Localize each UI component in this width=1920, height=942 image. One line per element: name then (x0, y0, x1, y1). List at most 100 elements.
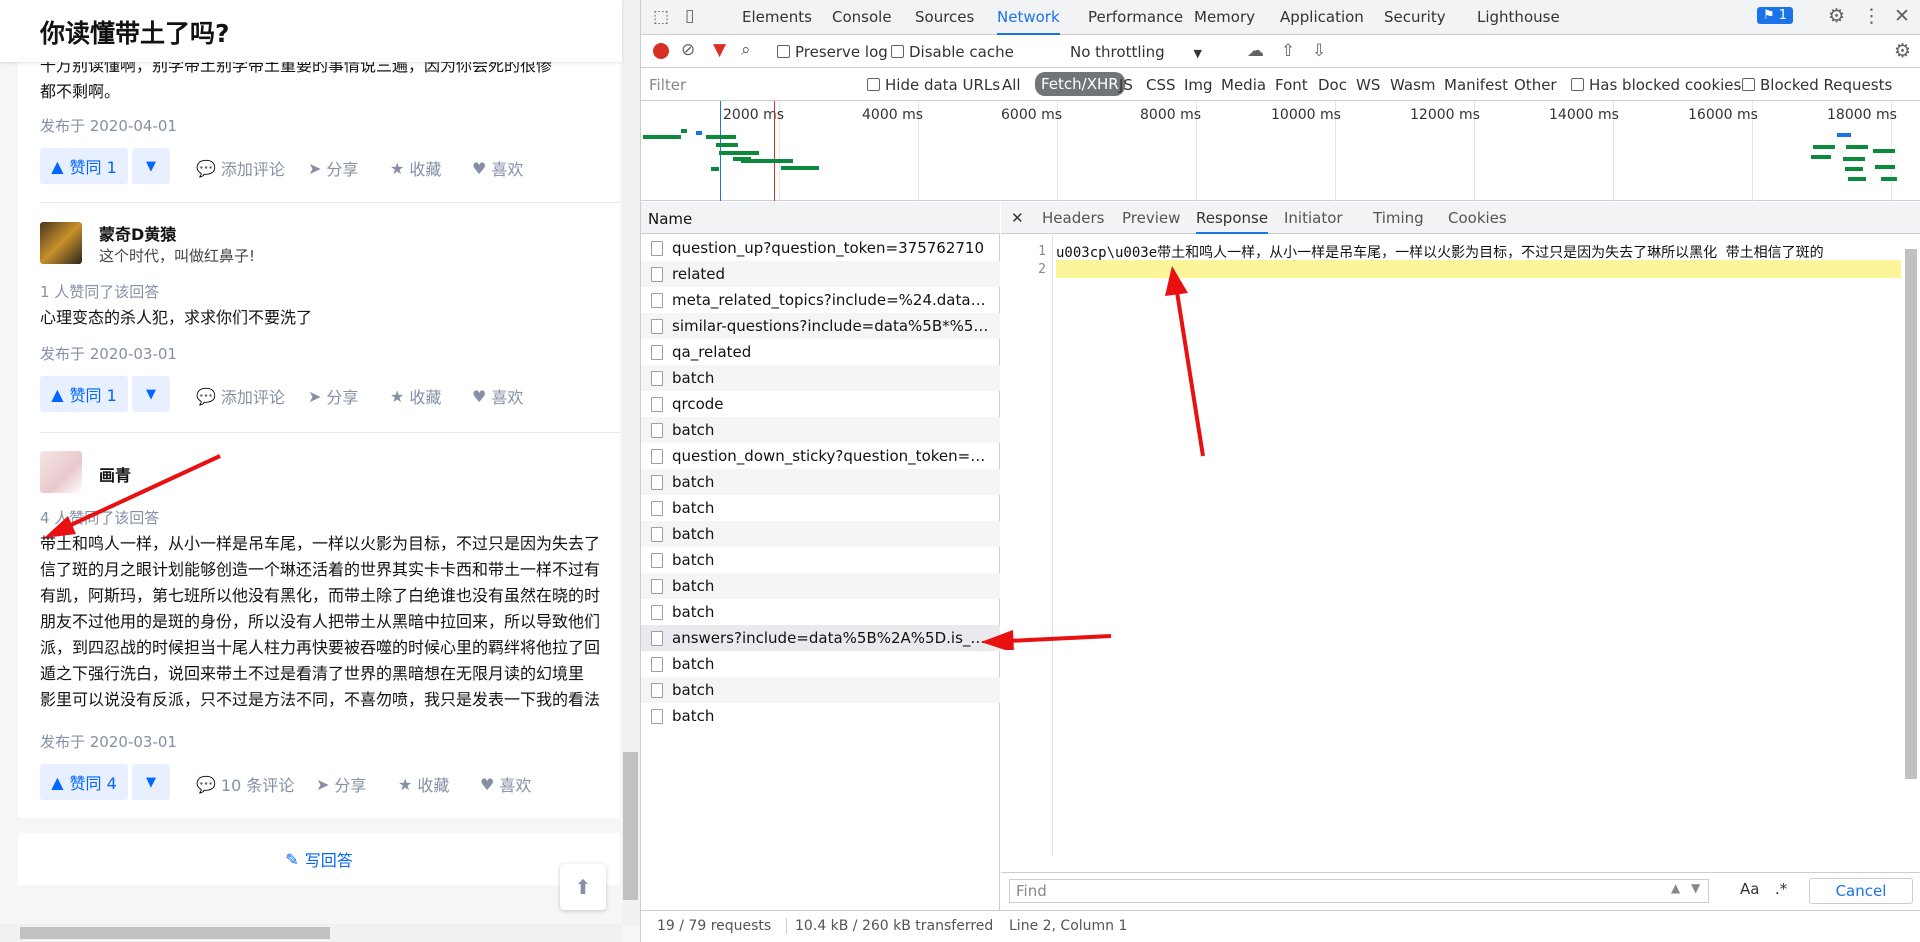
network-settings-icon[interactable]: ⚙ (1894, 40, 1911, 62)
find-prev-icon[interactable]: ▲ (1671, 881, 1680, 895)
request-row[interactable]: batch (641, 703, 1000, 729)
page-vertical-scroll-thumb[interactable] (623, 752, 638, 900)
search-icon[interactable]: ⌕ (741, 40, 751, 60)
request-row[interactable]: similar-questions?include=data%5B*%5D.an… (641, 313, 1000, 339)
hide-data-urls-checkbox[interactable]: Hide data URLs (867, 76, 1000, 94)
throttling-select[interactable]: No throttling ▼ (1070, 43, 1202, 61)
checkbox[interactable] (891, 45, 904, 58)
tab-application[interactable]: Application (1280, 0, 1364, 35)
downvote-button[interactable]: ▼ (132, 764, 170, 800)
request-row[interactable]: qrcode (641, 391, 1000, 417)
share-button[interactable]: ➤ 分享 (308, 384, 358, 408)
disable-cache-checkbox[interactable]: Disable cache (891, 43, 1014, 61)
clear-icon[interactable]: ⊘ (681, 40, 695, 60)
find-next-icon[interactable]: ▼ (1691, 881, 1700, 895)
author-name[interactable]: 蒙奇D黄猿 (99, 221, 176, 245)
tab-elements[interactable]: Elements (742, 0, 812, 35)
type-filter-img[interactable]: Img (1184, 76, 1213, 94)
collect-button[interactable]: ★ 收藏 (390, 384, 441, 408)
gear-icon[interactable]: ⚙ (1828, 5, 1845, 27)
type-filter-other[interactable]: Other (1514, 76, 1557, 94)
type-filter-fetch-xhr[interactable]: Fetch/XHR (1035, 72, 1125, 96)
downvote-button[interactable]: ▼ (132, 148, 170, 184)
type-filter-js[interactable]: JS (1119, 76, 1133, 94)
inspect-element-icon[interactable]: ⬚ (653, 7, 669, 27)
request-row[interactable]: batch (641, 651, 1000, 677)
device-toggle-icon[interactable]: ▯ (685, 6, 694, 26)
response-editor[interactable]: 1 2 u003cp\u003e带土和鸣人一样，从小一样是吊车尾，一样以火影为目… (1001, 235, 1920, 903)
blocked-requests-checkbox[interactable]: Blocked Requests (1742, 76, 1892, 94)
close-icon[interactable]: ✕ (1011, 202, 1024, 234)
upvote-button[interactable]: ▲ 赞同 1 (40, 376, 128, 412)
tab-network[interactable]: Network (997, 0, 1060, 35)
cancel-button[interactable]: Cancel (1809, 878, 1913, 904)
like-button[interactable]: ♥ 喜欢 (480, 772, 531, 796)
tab-preview[interactable]: Preview (1122, 202, 1180, 234)
tab-timing[interactable]: Timing (1373, 202, 1424, 234)
close-icon[interactable]: ✕ (1894, 5, 1910, 27)
record-button[interactable] (653, 43, 669, 59)
tab-performance[interactable]: Performance (1088, 0, 1183, 35)
request-row[interactable]: meta_related_topics?include=%24.data%5B*… (641, 287, 1000, 313)
request-row[interactable]: qa_related (641, 339, 1000, 365)
filter-icon[interactable]: ▼ (713, 40, 726, 60)
checkbox[interactable] (777, 45, 790, 58)
has-blocked-cookies-checkbox[interactable]: Has blocked cookies (1571, 76, 1741, 94)
request-row[interactable]: question_down_sticky?question_token=3757… (641, 443, 1000, 469)
request-row[interactable]: batch (641, 677, 1000, 703)
comment-button[interactable]: 💬 10 条评论 (196, 772, 294, 796)
type-filter-ws[interactable]: WS (1356, 76, 1380, 94)
back-to-top-button[interactable]: ⬆ (560, 864, 606, 910)
type-filter-doc[interactable]: Doc (1318, 76, 1347, 94)
type-filter-css[interactable]: CSS (1146, 76, 1176, 94)
checkbox[interactable] (1742, 78, 1755, 91)
downvote-button[interactable]: ▼ (132, 376, 170, 412)
tab-sources[interactable]: Sources (915, 0, 974, 35)
tab-response[interactable]: Response (1196, 202, 1269, 234)
author-name[interactable]: 画青 (99, 462, 131, 486)
request-row[interactable]: batch (641, 365, 1000, 391)
collect-button[interactable]: ★ 收藏 (390, 156, 441, 180)
tab-console[interactable]: Console (832, 0, 892, 35)
request-row[interactable]: batch (641, 417, 1000, 443)
editor-vertical-scroll-thumb[interactable] (1905, 249, 1917, 779)
write-answer-button[interactable]: ✎ 写回答 (18, 833, 620, 885)
name-column-header[interactable]: Name (641, 202, 1000, 234)
like-button[interactable]: ♥ 喜欢 (472, 384, 523, 408)
request-row[interactable]: batch (641, 599, 1000, 625)
filter-input[interactable]: Filter (645, 73, 851, 97)
request-row[interactable]: batch (641, 547, 1000, 573)
match-case-button[interactable]: Aa (1740, 880, 1759, 898)
request-row[interactable]: batch (641, 573, 1000, 599)
type-filter-manifest[interactable]: Manifest (1444, 76, 1508, 94)
tab-memory[interactable]: Memory (1194, 0, 1255, 35)
checkbox[interactable] (1571, 78, 1584, 91)
request-row[interactable]: question_up?question_token=375762710 (641, 235, 1000, 261)
network-overview-timeline[interactable]: 2000 ms 4000 ms 6000 ms 8000 ms 10000 ms… (641, 101, 1920, 201)
issues-badge[interactable]: ⚑ 1 (1757, 7, 1794, 24)
share-button[interactable]: ➤ 分享 (308, 156, 358, 180)
avatar[interactable] (40, 222, 82, 264)
preserve-log-checkbox[interactable]: Preserve log (777, 43, 888, 61)
checkbox[interactable] (867, 78, 880, 91)
request-row-selected[interactable]: answers?include=data%5B%2A%5D.is_normal.… (641, 625, 1000, 651)
collect-button[interactable]: ★ 收藏 (398, 772, 449, 796)
share-button[interactable]: ➤ 分享 (316, 772, 366, 796)
tab-security[interactable]: Security (1384, 0, 1446, 35)
request-row[interactable]: batch (641, 469, 1000, 495)
import-har-icon[interactable]: ⇧ (1281, 41, 1295, 61)
request-row[interactable]: batch (641, 521, 1000, 547)
tab-lighthouse[interactable]: Lighthouse (1477, 0, 1560, 35)
upvote-button[interactable]: ▲ 赞同 4 (40, 764, 128, 800)
comment-button[interactable]: 💬 添加评论 (196, 384, 285, 408)
type-filter-media[interactable]: Media (1221, 76, 1266, 94)
question-title[interactable]: 你读懂带土了吗? (40, 14, 230, 50)
type-filter-all[interactable]: All (1002, 76, 1021, 94)
type-filter-wasm[interactable]: Wasm (1390, 76, 1436, 94)
more-options-icon[interactable]: ⋮ (1862, 5, 1881, 27)
tab-initiator[interactable]: Initiator (1284, 202, 1343, 234)
page-horizontal-scroll-thumb[interactable] (20, 927, 330, 939)
upvote-button[interactable]: ▲ 赞同 1 (40, 148, 128, 184)
avatar[interactable] (40, 451, 82, 493)
request-row[interactable]: batch (641, 495, 1000, 521)
